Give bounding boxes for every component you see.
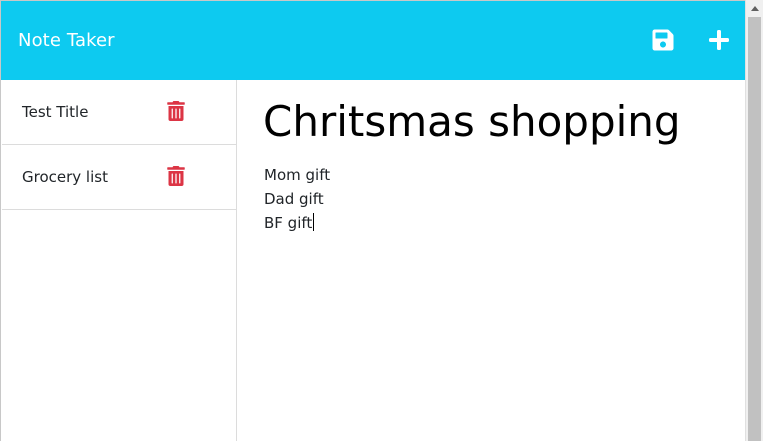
app-window: Note Taker Test Title Grocery list Chrit… — [0, 0, 746, 441]
navbar: Note Taker — [1, 0, 746, 80]
scroll-up-button[interactable] — [746, 0, 763, 17]
list-item[interactable]: Grocery list — [2, 145, 236, 210]
new-note-button[interactable] — [707, 28, 731, 52]
note-item-title: Grocery list — [22, 168, 108, 186]
trash-icon — [167, 101, 185, 121]
note-title-input[interactable]: Chritsmas shopping — [263, 93, 733, 145]
note-item-title: Test Title — [22, 103, 89, 121]
list-item[interactable]: Test Title — [2, 80, 236, 145]
text-caret — [313, 213, 315, 231]
delete-note-button[interactable] — [167, 101, 185, 121]
save-note-button[interactable] — [651, 28, 675, 52]
trash-icon — [167, 166, 185, 186]
vertical-scrollbar[interactable] — [745, 0, 763, 441]
note-textarea[interactable]: Mom gift Dad gift BF gift — [264, 163, 724, 423]
arrow-up-icon — [751, 6, 759, 11]
plus-icon — [709, 30, 729, 50]
brand-title[interactable]: Note Taker — [18, 30, 115, 51]
scroll-thumb[interactable] — [748, 17, 761, 441]
note-text: Mom gift Dad gift BF gift — [264, 166, 331, 232]
note-editor: Chritsmas shopping Mom gift Dad gift BF … — [238, 80, 746, 441]
notes-sidebar: Test Title Grocery list — [1, 80, 237, 441]
delete-note-button[interactable] — [167, 166, 185, 186]
save-icon — [652, 29, 674, 51]
